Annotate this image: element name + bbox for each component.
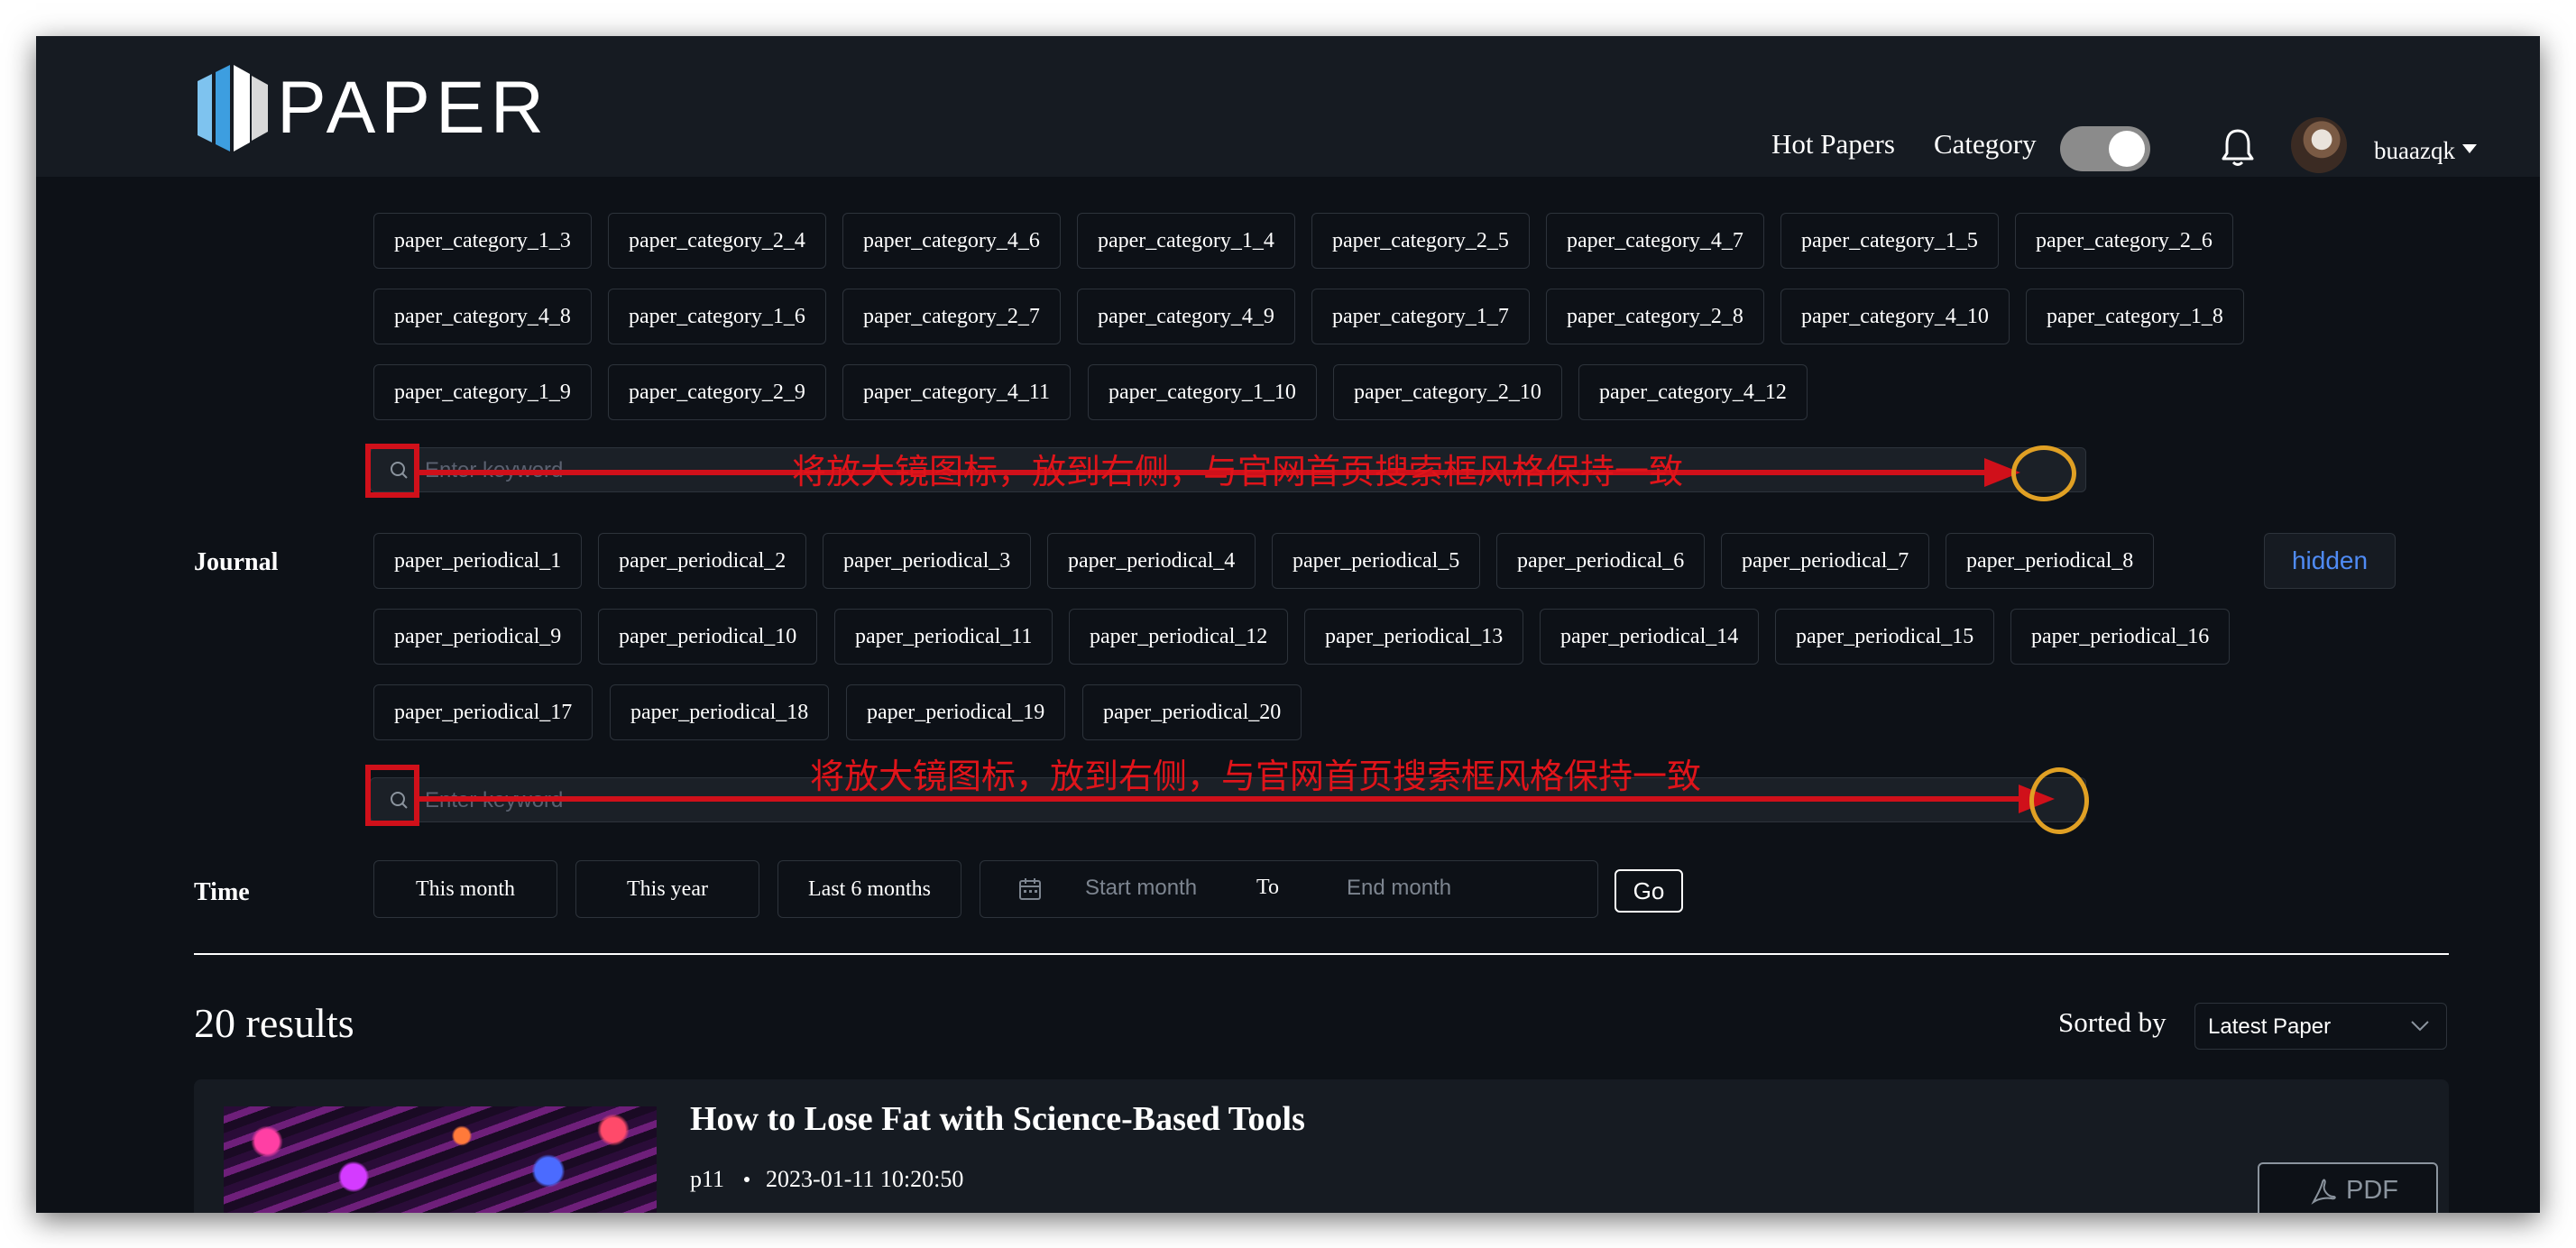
bell-icon[interactable] bbox=[2219, 126, 2257, 168]
toggle-knob bbox=[2109, 131, 2145, 167]
category-tag[interactable]: paper_category_4_7 bbox=[1546, 213, 1764, 269]
pdf-label: PDF bbox=[2346, 1176, 2398, 1205]
logo[interactable]: PAPER bbox=[194, 63, 549, 153]
paper-card[interactable]: How to Lose Fat with Science-Based Tools… bbox=[194, 1079, 2449, 1213]
app-window: PAPER Hot Papers Category buaazqk paper_… bbox=[36, 36, 2540, 1213]
annotation-box bbox=[365, 444, 419, 498]
annotation-circle bbox=[2029, 767, 2089, 834]
journal-tag[interactable]: paper_periodical_6 bbox=[1496, 533, 1706, 589]
category-tag[interactable]: paper_category_4_11 bbox=[842, 364, 1072, 420]
logo-icon bbox=[198, 65, 268, 151]
username[interactable]: buaazqk bbox=[2374, 137, 2455, 165]
paper-author[interactable]: p11 bbox=[690, 1166, 724, 1193]
journal-tag[interactable]: paper_periodical_19 bbox=[846, 684, 1066, 740]
category-tag[interactable]: paper_category_4_8 bbox=[373, 289, 592, 344]
results-count: 20 results bbox=[194, 1000, 354, 1046]
paper-title[interactable]: How to Lose Fat with Science-Based Tools bbox=[690, 1099, 1305, 1139]
journal-tag[interactable]: paper_periodical_12 bbox=[1069, 609, 1289, 665]
annotation-note: 将放大镜图标，放到右侧，与官网首页搜索框风格保持一致 bbox=[810, 757, 1702, 796]
go-button[interactable]: Go bbox=[1615, 869, 1683, 913]
category-toggle[interactable] bbox=[2060, 126, 2150, 171]
caret-down-icon[interactable] bbox=[2462, 144, 2477, 153]
annotation-circle bbox=[2011, 445, 2076, 501]
hidden-toggle-button[interactable]: hidden bbox=[2264, 533, 2396, 589]
paper-date: 2023-01-11 10:20:50 bbox=[766, 1166, 964, 1192]
category-tag[interactable]: paper_category_1_6 bbox=[608, 289, 826, 344]
pdf-button[interactable]: PDF bbox=[2258, 1162, 2438, 1213]
category-tag[interactable]: paper_category_1_7 bbox=[1311, 289, 1530, 344]
journal-tag[interactable]: paper_periodical_2 bbox=[598, 533, 807, 589]
journal-tag[interactable]: paper_periodical_8 bbox=[1946, 533, 2155, 589]
journal-tag[interactable]: paper_periodical_20 bbox=[1082, 684, 1302, 740]
annotation-note: 将放大镜图标，放到右侧，与官网首页搜索框风格保持一致 bbox=[792, 452, 1684, 491]
category-tag[interactable]: paper_category_2_9 bbox=[608, 364, 826, 420]
separator-dot bbox=[744, 1177, 750, 1182]
category-tag[interactable]: paper_category_2_4 bbox=[608, 213, 826, 269]
month-range-picker[interactable]: Start month To End month bbox=[980, 860, 1598, 918]
journal-tag[interactable]: paper_periodical_17 bbox=[373, 684, 593, 740]
journal-tag[interactable]: paper_periodical_5 bbox=[1272, 533, 1481, 589]
journal-label: Journal bbox=[194, 548, 279, 576]
sort-select[interactable]: Latest Paper bbox=[2194, 1003, 2447, 1050]
time-label: Time bbox=[194, 878, 250, 906]
nav-category-label: Category bbox=[1934, 128, 2037, 160]
journal-tag[interactable]: paper_periodical_15 bbox=[1775, 609, 1995, 665]
chevron-down-icon bbox=[2411, 1021, 2429, 1032]
category-tag[interactable]: paper_category_1_10 bbox=[1088, 364, 1317, 420]
time-option-last-6-months[interactable]: Last 6 months bbox=[777, 860, 961, 918]
journal-tag[interactable]: paper_periodical_4 bbox=[1047, 533, 1256, 589]
time-option-this-month[interactable]: This month bbox=[373, 860, 557, 918]
journal-tag[interactable]: paper_periodical_11 bbox=[834, 609, 1053, 665]
category-tag[interactable]: paper_category_4_12 bbox=[1578, 364, 1808, 420]
category-tag[interactable]: paper_category_2_7 bbox=[842, 289, 1061, 344]
journal-tag[interactable]: paper_periodical_7 bbox=[1721, 533, 1930, 589]
category-tag[interactable]: paper_category_1_5 bbox=[1780, 213, 1999, 269]
journal-tag[interactable]: paper_periodical_13 bbox=[1304, 609, 1524, 665]
category-tag[interactable]: paper_category_4_10 bbox=[1780, 289, 2010, 344]
annotation-box bbox=[365, 765, 419, 826]
nav-hot-papers[interactable]: Hot Papers bbox=[1771, 128, 1895, 161]
journal-tag[interactable]: paper_periodical_1 bbox=[373, 533, 583, 589]
paper-thumbnail[interactable] bbox=[224, 1106, 657, 1213]
journal-tag[interactable]: paper_periodical_9 bbox=[373, 609, 583, 665]
start-month-placeholder[interactable]: Start month bbox=[1085, 876, 1197, 901]
category-tag[interactable]: paper_category_1_9 bbox=[373, 364, 592, 420]
divider bbox=[194, 953, 2449, 955]
journal-tag[interactable]: paper_periodical_14 bbox=[1540, 609, 1760, 665]
calendar-icon bbox=[1019, 878, 1041, 900]
category-tag[interactable]: paper_category_1_8 bbox=[2026, 289, 2244, 344]
category-tag[interactable]: paper_category_2_5 bbox=[1311, 213, 1530, 269]
sorted-by-label: Sorted by bbox=[2058, 1006, 2167, 1038]
time-option-this-year[interactable]: This year bbox=[575, 860, 759, 918]
logo-text: PAPER bbox=[277, 67, 549, 149]
end-month-placeholder[interactable]: End month bbox=[1347, 876, 1451, 901]
category-tag[interactable]: paper_category_1_4 bbox=[1077, 213, 1295, 269]
top-navbar: PAPER Hot Papers Category buaazqk bbox=[36, 36, 2540, 177]
paper-meta: p11 2023-01-11 10:20:50 bbox=[690, 1166, 963, 1193]
category-tag[interactable]: paper_category_2_10 bbox=[1333, 364, 1562, 420]
category-tag[interactable]: paper_category_1_3 bbox=[373, 213, 592, 269]
journal-tag[interactable]: paper_periodical_18 bbox=[610, 684, 830, 740]
sort-value: Latest Paper bbox=[2208, 1014, 2332, 1039]
journal-tag[interactable]: paper_periodical_3 bbox=[823, 533, 1032, 589]
journal-tag[interactable]: paper_periodical_16 bbox=[2010, 609, 2231, 665]
pdf-icon bbox=[2311, 1179, 2336, 1205]
category-tag[interactable]: paper_category_4_6 bbox=[842, 213, 1061, 269]
journal-tag[interactable]: paper_periodical_10 bbox=[598, 609, 818, 665]
range-to-label: To bbox=[1256, 876, 1279, 899]
avatar[interactable] bbox=[2291, 117, 2347, 173]
category-tag[interactable]: paper_category_4_9 bbox=[1077, 289, 1295, 344]
category-tag[interactable]: paper_category_2_8 bbox=[1546, 289, 1764, 344]
category-tag[interactable]: paper_category_2_6 bbox=[2015, 213, 2233, 269]
